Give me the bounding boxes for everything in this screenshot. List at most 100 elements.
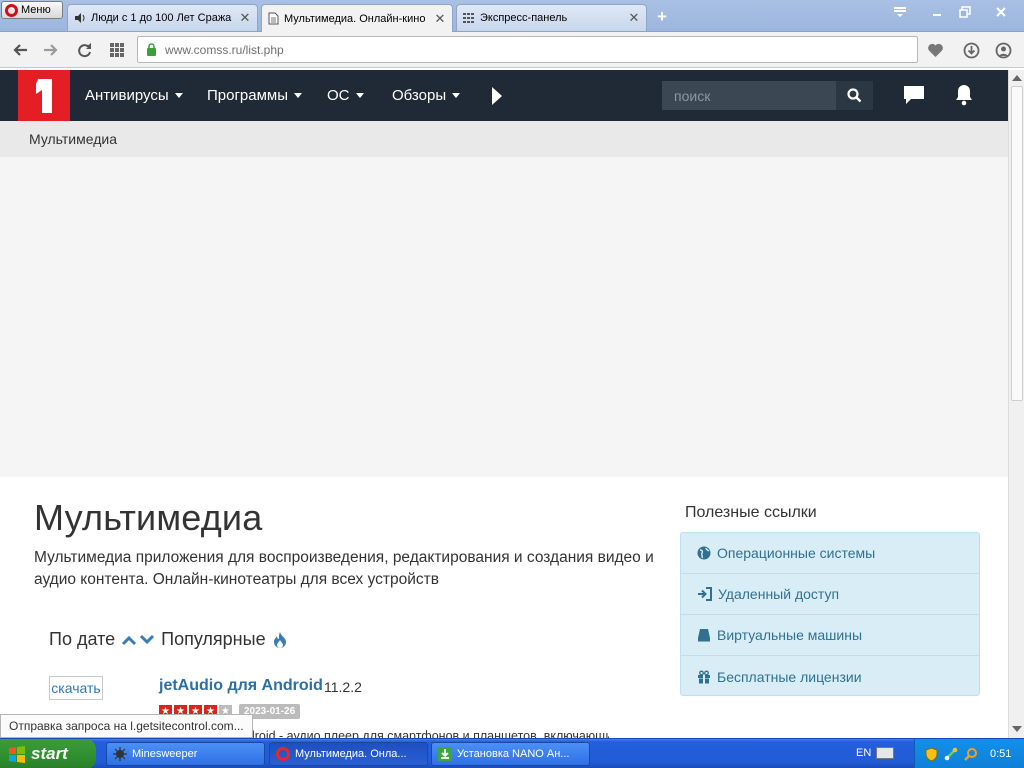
opera-icon: [276, 747, 290, 761]
close-tab-icon[interactable]: ✕: [239, 10, 251, 26]
close-tab-icon[interactable]: ✕: [434, 11, 446, 27]
minimize-icon[interactable]: [926, 3, 948, 20]
search-input[interactable]: [662, 81, 836, 110]
url-text: www.comss.ru/list.php: [165, 42, 284, 57]
main-content: Мультимедиа Мультимедиа приложения для в…: [0, 477, 1008, 738]
heart-icon[interactable]: [926, 41, 944, 59]
download-icon[interactable]: [962, 41, 980, 59]
forward-icon[interactable]: [42, 41, 60, 59]
site-logo[interactable]: [18, 70, 70, 121]
app-title-link[interactable]: jetAudio для Android: [159, 677, 323, 695]
task-label: Мультимедиа. Онла...: [295, 748, 407, 760]
caret-down-icon: [174, 93, 183, 98]
reload-icon[interactable]: [75, 41, 93, 59]
page-title: Мультимедиа: [34, 497, 263, 538]
new-tab-button[interactable]: +: [652, 7, 672, 27]
windows-taskbar: start Minesweeper Мультимедиа. Онла... У…: [0, 738, 1024, 768]
status-bar: Отправка запроса на l.getsitecontrol.com…: [0, 714, 253, 738]
tab-menu-icon[interactable]: [889, 3, 911, 20]
speed-dial-icon[interactable]: [108, 41, 126, 59]
clock: 0:51: [990, 748, 1012, 760]
link-free-licenses[interactable]: Бесплатные лицензии: [681, 656, 979, 697]
server-icon: [697, 628, 711, 642]
mine-icon: [113, 747, 127, 761]
tab-video[interactable]: Люди с 1 до 100 Лет Сража ✕: [67, 4, 258, 31]
vertical-scrollbar[interactable]: [1008, 70, 1024, 738]
network-icon[interactable]: [944, 747, 958, 761]
nav-label: Антивирусы: [85, 87, 169, 104]
scroll-up-icon[interactable]: [1012, 75, 1022, 81]
link-label: Удаленный доступ: [718, 586, 840, 602]
breadcrumb-current: Мультимедиа: [29, 131, 117, 147]
nav-label: Обзоры: [392, 87, 447, 104]
grid-icon: [463, 13, 475, 23]
nav-label: ОС: [327, 87, 350, 104]
nav-more-arrow-icon[interactable]: [492, 87, 502, 105]
sort-by-popular[interactable]: Популярные: [161, 629, 265, 650]
back-icon[interactable]: [11, 41, 29, 59]
breadcrumb: Мультимедиа: [0, 121, 1008, 157]
nav-reviews[interactable]: Обзоры: [392, 87, 461, 104]
scroll-thumb[interactable]: [1011, 86, 1023, 401]
browser-tab-strip: Меню Люди с 1 до 100 Лет Сража ✕ Мультим…: [0, 0, 1024, 32]
caret-down-icon: [294, 93, 303, 98]
speaker-icon: [74, 12, 86, 24]
search-icon: [847, 88, 862, 103]
task-minesweeper[interactable]: Minesweeper: [106, 742, 265, 766]
comments-icon[interactable]: [903, 85, 925, 105]
fire-icon: [272, 631, 288, 649]
tab-speed-dial[interactable]: Экспресс-панель ✕: [456, 4, 647, 31]
restore-icon[interactable]: [954, 3, 976, 20]
link-label: Операционные системы: [717, 545, 876, 561]
caret-down-icon: [355, 93, 364, 98]
tab-multimedia[interactable]: Мультимедиа. Онлайн-кино ✕: [261, 4, 453, 32]
link-virtual-machines[interactable]: Виртуальные машины: [681, 615, 979, 656]
shield-icon[interactable]: [925, 746, 938, 762]
gift-icon: [697, 670, 711, 684]
nav-os[interactable]: ОС: [327, 87, 364, 104]
start-button[interactable]: start: [0, 739, 96, 768]
menu-label: Меню: [21, 4, 51, 16]
task-label: Minesweeper: [132, 748, 198, 760]
nav-label: Программы: [207, 87, 289, 104]
download-button[interactable]: скачать: [49, 676, 103, 700]
bell-icon[interactable]: [954, 84, 974, 106]
sidebar-title: Полезные ссылки: [685, 504, 817, 521]
ad-placeholder: [0, 157, 1008, 477]
site-header: Антивирусы Программы ОС Обзоры: [0, 70, 1008, 121]
task-nano-install[interactable]: Установка NANO Ан...: [431, 742, 590, 766]
nav-antivirus[interactable]: Антивирусы: [85, 87, 183, 104]
tab-title: Экспресс-панель: [480, 12, 568, 24]
tab-title: Люди с 1 до 100 Лет Сража: [91, 12, 232, 24]
address-bar[interactable]: www.comss.ru/list.php: [137, 36, 918, 63]
app-version: 11.2.2: [324, 679, 362, 695]
windows-logo-icon: [8, 745, 26, 763]
keyboard-icon[interactable]: [876, 747, 894, 759]
search-tray-icon[interactable]: [964, 747, 978, 761]
opera-logo-icon: [5, 3, 18, 17]
opera-menu-button[interactable]: Меню: [1, 1, 63, 19]
account-icon[interactable]: [994, 41, 1012, 59]
search-button[interactable]: [836, 81, 873, 110]
link-operating-systems[interactable]: Операционные системы: [681, 533, 979, 574]
caret-down-icon: [452, 93, 461, 98]
task-label: Установка NANO Ан...: [457, 748, 570, 760]
tab-title: Мультимедиа. Онлайн-кино: [284, 12, 426, 25]
installer-icon: [438, 747, 452, 761]
sort-down-icon[interactable]: [139, 634, 155, 646]
link-remote-access[interactable]: Удаленный доступ: [681, 574, 979, 615]
sort-arrows: [121, 634, 155, 646]
globe-icon: [697, 546, 711, 560]
sort-by-date[interactable]: По дате: [49, 629, 115, 650]
scroll-down-icon[interactable]: [1012, 726, 1022, 732]
language-indicator[interactable]: EN: [856, 747, 871, 759]
useful-links-panel: Операционные системы Удаленный доступ Ви…: [680, 532, 980, 696]
category-description: Мультимедиа приложения для воспроизведен…: [34, 549, 654, 588]
nav-programs[interactable]: Программы: [207, 87, 303, 104]
sort-up-icon[interactable]: [121, 634, 137, 646]
page-icon: [268, 12, 279, 25]
close-window-icon[interactable]: [990, 3, 1012, 20]
close-tab-icon[interactable]: ✕: [628, 10, 640, 26]
sign-in-icon: [697, 587, 712, 601]
task-opera[interactable]: Мультимедиа. Онла...: [269, 742, 428, 766]
